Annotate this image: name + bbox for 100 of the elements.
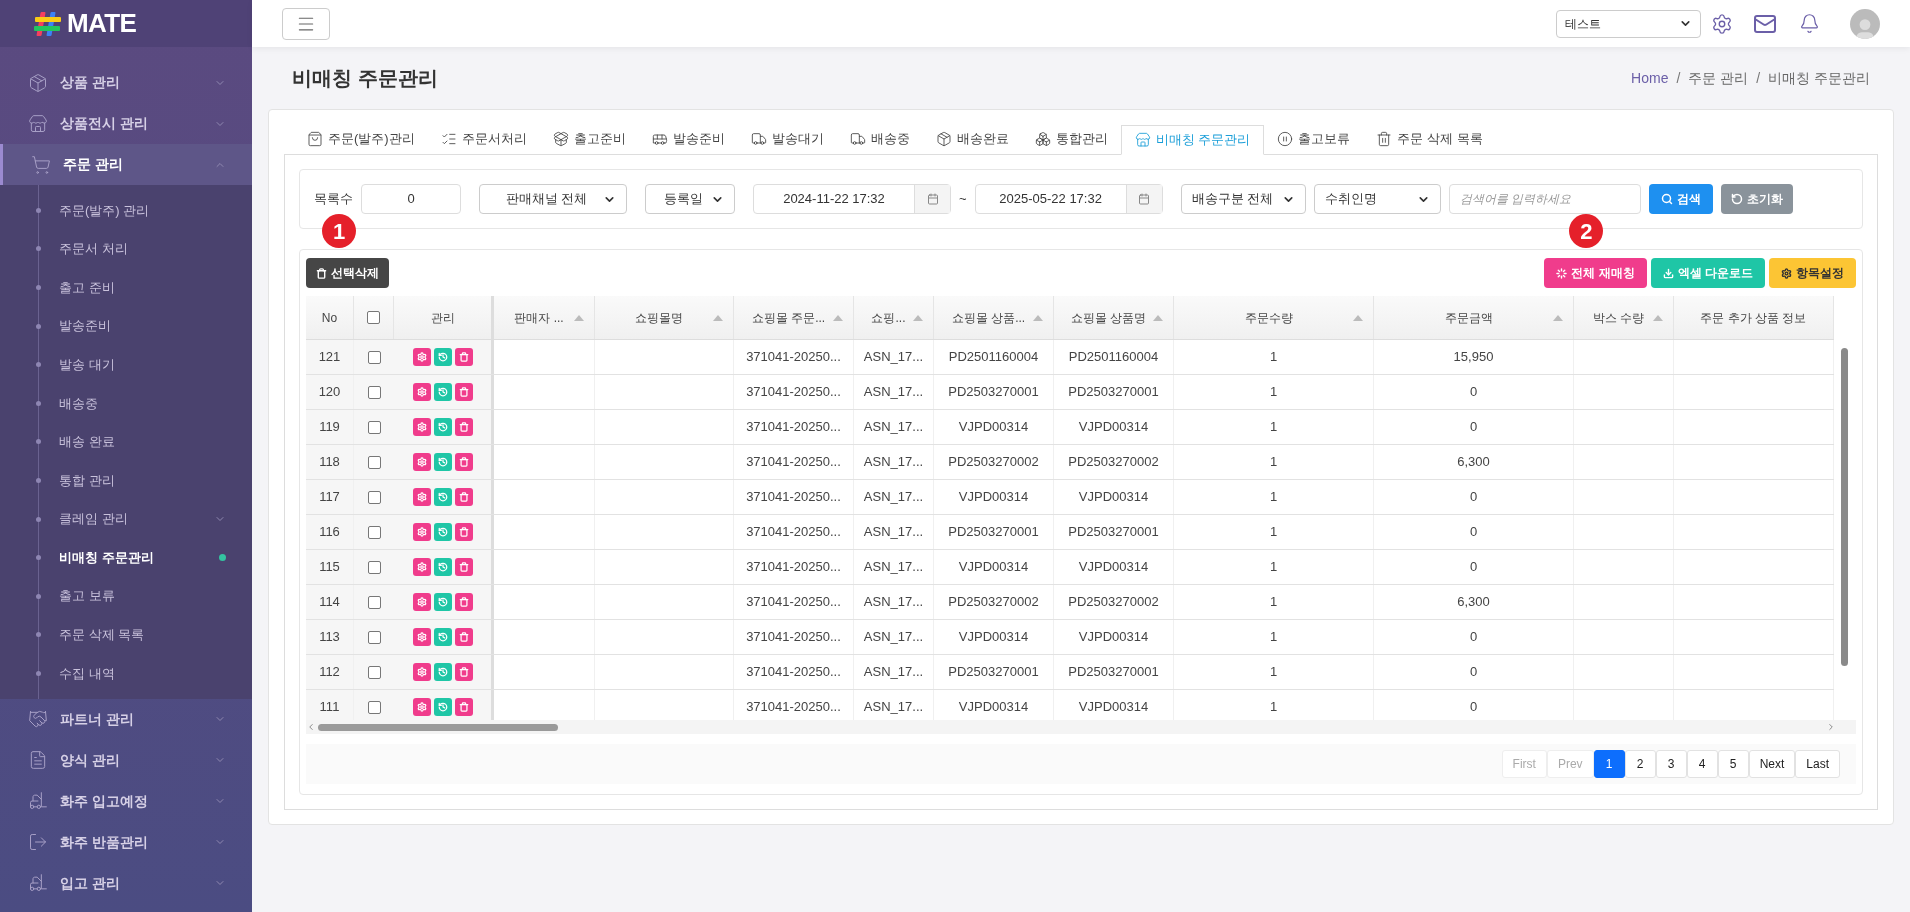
delete-button[interactable] [454,663,473,681]
history-button[interactable] [433,418,452,436]
page-button[interactable]: 2 [1624,750,1656,778]
sidebar-item[interactable]: 주문서 처리 [0,229,252,269]
sidebar-group[interactable]: 입고 관리 [0,862,252,904]
history-button[interactable] [433,523,452,541]
sidebar-group[interactable]: 화주 입고예정 [0,780,252,822]
settings-button[interactable] [412,383,431,401]
select-all-checkbox[interactable] [367,311,380,324]
scroll-left-icon[interactable] [306,722,316,732]
search-field[interactable]: 검색어를 입력하세요 [1448,184,1641,214]
history-button[interactable] [433,593,452,611]
history-button[interactable] [433,628,452,646]
search-field-select[interactable]: 수취인명 [1313,184,1441,214]
row-checkbox[interactable] [367,665,381,679]
page-button[interactable]: 5 [1717,750,1749,778]
settings-button[interactable] [412,628,431,646]
sidebar-item[interactable]: 주문(발주) 관리 [0,191,252,230]
row-checkbox[interactable] [367,560,381,574]
settings-button[interactable] [412,698,431,716]
vertical-scrollbar[interactable] [1841,348,1848,666]
sidebar-group[interactable]: 상품전시 관리 [0,103,252,144]
sidebar-item[interactable]: 배송 완료 [0,422,252,462]
tab[interactable]: 발송대기 [737,124,837,154]
delete-selected-button[interactable]: 선택삭제 [306,258,389,288]
delete-button[interactable] [454,628,473,646]
date-field[interactable]: 2024-11-22 17:32 [753,184,951,214]
account-select[interactable]: 테스트 [1556,9,1701,38]
history-button[interactable] [433,348,452,366]
delete-button[interactable] [454,558,473,576]
delete-button[interactable] [454,488,473,506]
menu-button[interactable] [282,7,330,40]
sidebar-group[interactable]: 파트너 관리 [0,698,252,740]
sidebar-item[interactable]: 주문 삭제 목록 [0,615,252,655]
sidebar-item[interactable]: 배송중 [0,383,252,423]
column-settings-button[interactable]: 항목설정 [1769,258,1856,288]
tab[interactable]: 배송완료 [922,124,1022,154]
tab[interactable]: 출고보류 [1264,124,1364,154]
horizontal-scrollbar[interactable] [318,723,558,731]
row-checkbox[interactable] [367,455,381,469]
row-checkbox[interactable] [367,385,381,399]
delivery-select[interactable]: 배송구분 전체 [1180,184,1306,214]
delete-button[interactable] [454,348,473,366]
date-field[interactable]: 2025-05-22 17:32 [974,184,1163,214]
delete-button[interactable] [454,383,473,401]
tab[interactable]: 주문서처리 [427,124,540,154]
row-checkbox[interactable] [367,350,381,364]
channel-select[interactable]: 판매채널 전체 [479,184,627,214]
avatar[interactable] [1850,8,1880,39]
delete-button[interactable] [454,593,473,611]
sidebar-item[interactable]: 수집 내역 [0,654,252,693]
sidebar-item[interactable]: 출고 보류 [0,576,252,616]
bell-icon[interactable] [1799,13,1820,34]
sidebar-group[interactable]: 화주 반품관리 [0,821,252,863]
tab[interactable]: 발송준비 [638,124,738,154]
history-button[interactable] [433,663,452,681]
history-button[interactable] [433,453,452,471]
page-button[interactable]: 4 [1686,750,1718,778]
scroll-right-icon[interactable] [1826,722,1836,732]
tab[interactable]: 주문 삭제 목록 [1363,124,1496,154]
sidebar-item[interactable]: 클레임 관리 [0,499,252,539]
sidebar-group[interactable]: 주문 관리 [0,144,252,185]
rematch-button[interactable]: 전체 재매칭 [1544,258,1647,288]
row-checkbox[interactable] [367,490,381,504]
count-field[interactable]: 0 [361,184,461,214]
page-button[interactable]: 3 [1655,750,1687,778]
row-checkbox[interactable] [367,420,381,434]
delete-button[interactable] [454,453,473,471]
column-header[interactable]: 쇼핑몰명 [595,296,734,339]
settings-button[interactable] [412,663,431,681]
history-button[interactable] [433,698,452,716]
column-header[interactable]: 주문수량 [1174,296,1374,339]
settings-button[interactable] [412,453,431,471]
history-button[interactable] [433,558,452,576]
column-header[interactable]: 쇼핑몰 주문... [734,296,854,339]
tab[interactable]: 배송중 [836,124,923,154]
sidebar-item[interactable]: 발송준비 [0,306,252,346]
sidebar-group[interactable]: 상품 관리 [0,62,252,103]
column-header[interactable]: 쇼핑몰 상품... [934,296,1054,339]
settings-button[interactable] [412,593,431,611]
sidebar-item[interactable]: 비매칭 주문관리 [0,538,252,577]
column-header[interactable]: 주문금액 [1374,296,1574,339]
row-checkbox[interactable] [367,595,381,609]
sidebar-item[interactable]: 출고 준비 [0,268,252,307]
page-button[interactable]: 1 [1593,750,1625,778]
column-header[interactable]: 쇼핑몰 상품명 [1054,296,1174,339]
row-checkbox[interactable] [367,525,381,539]
settings-button[interactable] [412,488,431,506]
sidebar-item[interactable]: 발송 대기 [0,345,252,384]
delete-button[interactable] [454,418,473,436]
column-header[interactable]: 박스 수량 [1574,296,1674,339]
column-header[interactable]: 쇼핑... [854,296,934,339]
row-checkbox[interactable] [367,630,381,644]
history-button[interactable] [433,488,452,506]
sidebar-group[interactable]: 양식 관리 [0,739,252,781]
breadcrumb-link[interactable]: Home [1631,67,1669,89]
row-checkbox[interactable] [367,700,381,714]
history-button[interactable] [433,383,452,401]
tab[interactable]: 주문(발주)관리 [294,124,428,154]
tab[interactable]: 통합관리 [1021,124,1121,154]
